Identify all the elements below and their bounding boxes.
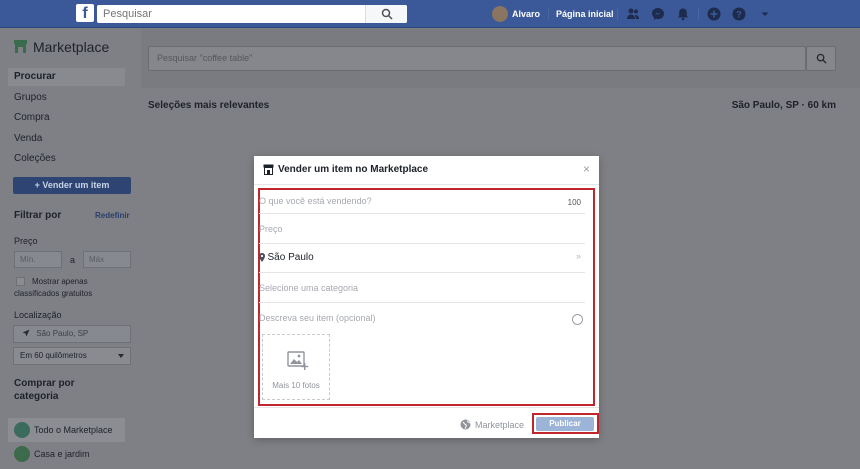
global-search-box (97, 5, 407, 23)
marketplace-title[interactable]: Marketplace (14, 39, 109, 55)
marketplace-search-input[interactable]: Pesquisar "coffee table" (148, 46, 806, 71)
description-input[interactable] (259, 313, 549, 323)
add-photos-label: Mais 10 fotos (272, 381, 320, 390)
location-row[interactable]: São Paulo » (259, 245, 585, 273)
store-icon (263, 164, 274, 175)
search-icon (381, 8, 393, 20)
friends-icon[interactable] (626, 7, 640, 21)
chevron-right-icon: » (575, 251, 581, 261)
marketplace-title-text: Marketplace (33, 39, 110, 55)
nav-grupos[interactable]: Grupos (8, 89, 125, 107)
divider (698, 8, 699, 20)
messenger-icon[interactable] (651, 7, 665, 21)
location-city: São Paulo (267, 252, 314, 264)
category-all[interactable]: Todo o Marketplace (8, 418, 125, 442)
home-link[interactable]: Página inicial (556, 9, 614, 19)
category-home-garden[interactable]: Casa e jardim (8, 442, 125, 466)
emoji-icon[interactable] (572, 314, 583, 325)
item-title-input[interactable] (259, 196, 549, 206)
sell-item-button[interactable]: + Vender um item (13, 177, 131, 194)
home-garden-icon (14, 446, 30, 462)
location-pin-icon (259, 253, 265, 263)
filter-heading: Filtrar por (14, 210, 62, 221)
global-search-button[interactable] (365, 5, 407, 23)
price-max-input[interactable]: Máx (83, 251, 131, 268)
location-arrow-icon (22, 329, 30, 337)
marketplace-search-button[interactable] (806, 46, 836, 71)
dropdown-icon[interactable] (758, 7, 772, 21)
location-input[interactable]: São Paulo, SP (13, 325, 131, 343)
category-heading-1: Comprar por (14, 378, 75, 389)
dialog-header: Vender um item no Marketplace × (254, 156, 599, 185)
help-icon[interactable]: ? (732, 7, 746, 21)
svg-text:?: ? (736, 10, 742, 20)
chevron-down-icon (118, 354, 124, 358)
price-to-label: a (70, 255, 76, 265)
divider (617, 8, 618, 20)
distance-value: Em 60 quilômetros (20, 351, 87, 360)
global-search-input[interactable] (97, 5, 367, 23)
sell-item-dialog: Vender um item no Marketplace × 100 São … (254, 156, 599, 438)
profile-link[interactable]: Alvaro (512, 9, 540, 19)
free-only-label-2: classificados gratuitos (14, 289, 93, 298)
facebook-logo-icon[interactable]: f (76, 4, 94, 22)
marketplace-icon (14, 40, 27, 53)
dialog-title: Vender um item no Marketplace (278, 164, 429, 175)
reset-filters-link[interactable]: Redefinir (95, 211, 130, 220)
nav-compra[interactable]: Compra (8, 109, 125, 127)
description-row (259, 304, 585, 334)
price-input[interactable] (259, 224, 549, 234)
add-photos-button[interactable]: Mais 10 fotos (262, 334, 330, 400)
category-all-label: Todo o Marketplace (34, 425, 113, 435)
audience-label[interactable]: Marketplace (475, 420, 524, 430)
create-icon[interactable] (707, 7, 721, 21)
location-summary[interactable]: São Paulo, SP · 60 km (732, 100, 836, 111)
location-value: São Paulo, SP (36, 329, 89, 338)
item-title-row: 100 (259, 191, 585, 214)
category-home-garden-label: Casa e jardim (34, 449, 90, 459)
close-icon[interactable]: × (583, 162, 590, 176)
left-sidebar: Marketplace Procurar Grupos Compra Venda… (0, 29, 140, 469)
price-row (259, 215, 585, 244)
price-min-input[interactable]: Mín. (14, 251, 62, 268)
nav-procurar[interactable]: Procurar (8, 68, 125, 86)
category-row[interactable]: Selecione uma categoria (259, 274, 585, 303)
category-heading-2: categoria (14, 391, 59, 402)
top-navigation-bar: f Alvaro Página inicial ? (0, 0, 860, 28)
free-only-checkbox[interactable] (16, 277, 25, 286)
bell-icon[interactable] (676, 7, 690, 21)
free-only-label-1: Mostrar apenas (32, 277, 88, 286)
section-title: Seleções mais relevantes (148, 100, 270, 111)
publish-button[interactable]: Publicar (536, 417, 594, 431)
nav-colecoes[interactable]: Coleções (8, 150, 125, 168)
category-select[interactable]: Selecione uma categoria (259, 283, 358, 293)
globe-icon (460, 419, 471, 430)
location-label: Localização (14, 310, 62, 320)
price-label: Preço (14, 236, 38, 246)
search-icon (816, 53, 827, 64)
add-photo-icon (287, 351, 309, 370)
avatar[interactable] (492, 6, 508, 22)
nav-venda[interactable]: Venda (8, 130, 125, 148)
char-counter: 100 (567, 198, 581, 207)
distance-select[interactable]: Em 60 quilômetros (13, 347, 131, 365)
divider (548, 8, 549, 20)
divider (254, 407, 599, 408)
marketplace-icon (14, 422, 30, 438)
